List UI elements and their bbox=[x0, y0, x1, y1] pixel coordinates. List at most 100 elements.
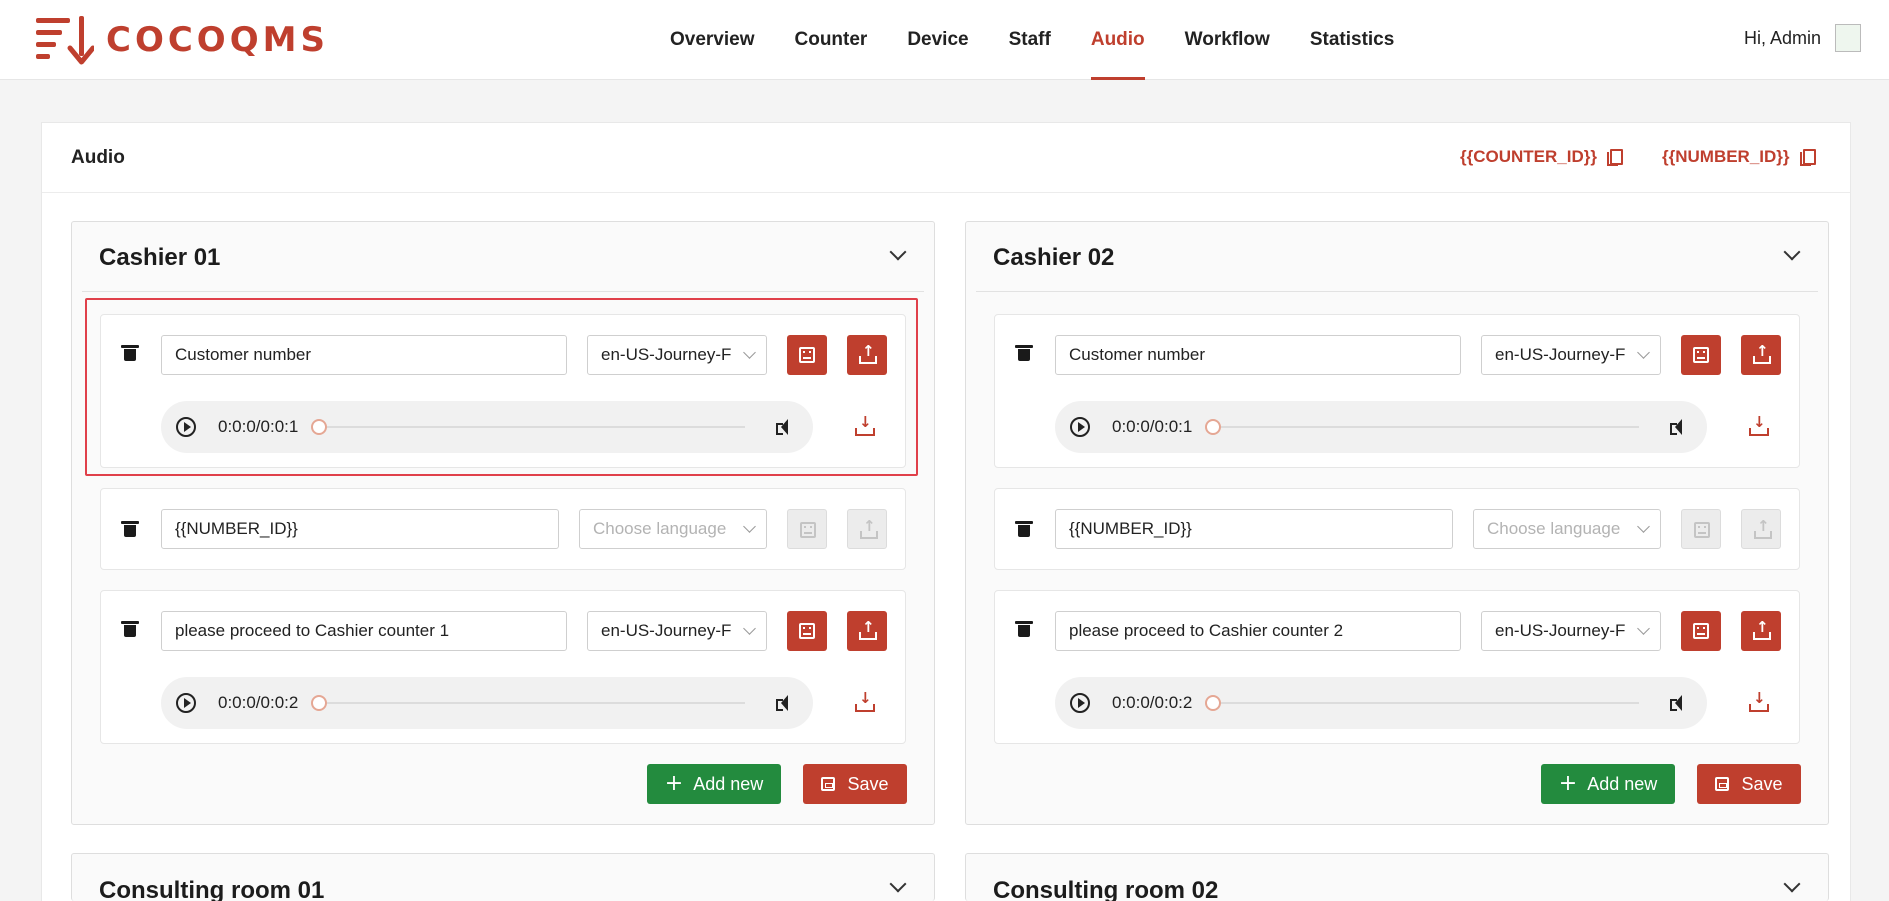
nav-workflow[interactable]: Workflow bbox=[1165, 0, 1290, 80]
volume-icon[interactable] bbox=[776, 694, 794, 712]
language-select-placeholder: Choose language bbox=[593, 519, 727, 538]
add-new-button[interactable]: + Add new bbox=[1541, 764, 1675, 804]
audio-text-input[interactable] bbox=[161, 335, 567, 375]
logo-text: COCOQMS bbox=[106, 20, 329, 60]
nav-device[interactable]: Device bbox=[887, 0, 988, 80]
audio-progress-thumb[interactable] bbox=[311, 419, 327, 435]
nav-counter[interactable]: Counter bbox=[775, 0, 888, 80]
language-select[interactable]: en-US-Journey-F bbox=[1481, 335, 1661, 375]
user-menu[interactable]: Hi, Admin bbox=[1744, 24, 1861, 52]
chevron-down-icon bbox=[1637, 622, 1650, 635]
text-to-speech-button[interactable] bbox=[1681, 611, 1721, 651]
save-label: Save bbox=[1741, 773, 1783, 794]
language-select[interactable]: en-US-Journey-F bbox=[587, 335, 767, 375]
download-icon[interactable] bbox=[855, 413, 875, 436]
trash-icon[interactable] bbox=[1015, 345, 1033, 361]
play-icon[interactable] bbox=[176, 417, 196, 437]
chevron-down-icon[interactable] bbox=[1783, 243, 1801, 261]
plus-icon: + bbox=[664, 771, 684, 796]
trash-icon[interactable] bbox=[121, 521, 139, 537]
card-title: Consulting room 02 bbox=[993, 877, 1219, 901]
audio-time: 0:0:0/0:0:2 bbox=[1112, 693, 1193, 712]
upload-audio-button[interactable] bbox=[1741, 509, 1781, 549]
text-to-speech-button[interactable] bbox=[787, 611, 827, 651]
audio-progress-thumb[interactable] bbox=[311, 695, 327, 711]
upload-audio-button[interactable] bbox=[1741, 335, 1781, 375]
download-icon[interactable] bbox=[1749, 413, 1769, 436]
chevron-down-icon[interactable] bbox=[889, 243, 907, 261]
language-select[interactable]: Choose language bbox=[579, 509, 767, 549]
chevron-down-icon bbox=[743, 622, 756, 635]
number-id-variable[interactable]: {{NUMBER_ID}} bbox=[1662, 147, 1816, 167]
nav-staff[interactable]: Staff bbox=[989, 0, 1071, 80]
audio-item: en-US-Journey-F 0:0:0/0:0:1 bbox=[994, 314, 1800, 468]
upload-audio-button[interactable] bbox=[847, 335, 887, 375]
trash-icon[interactable] bbox=[1015, 521, 1033, 537]
voice-face-icon bbox=[799, 623, 815, 639]
chevron-down-icon[interactable] bbox=[1783, 875, 1801, 893]
upload-audio-button[interactable] bbox=[1741, 611, 1781, 651]
nav-overview[interactable]: Overview bbox=[650, 0, 775, 80]
volume-icon[interactable] bbox=[1670, 418, 1688, 436]
top-navigation-bar: COCOQMS Overview Counter Device Staff Au… bbox=[0, 0, 1889, 80]
voice-face-icon bbox=[800, 522, 816, 538]
audio-progress-track[interactable] bbox=[313, 426, 745, 428]
card-header[interactable]: Cashier 02 bbox=[976, 222, 1818, 292]
audio-progress-track[interactable] bbox=[1207, 702, 1639, 704]
add-new-button[interactable]: + Add new bbox=[647, 764, 781, 804]
language-select-value: en-US-Journey-F bbox=[601, 621, 732, 640]
copy-icon[interactable] bbox=[1606, 149, 1623, 166]
play-icon[interactable] bbox=[1070, 417, 1090, 437]
audio-card-consulting-room-01: Consulting room 01 bbox=[71, 853, 935, 901]
voice-face-icon bbox=[799, 347, 815, 363]
download-icon[interactable] bbox=[1749, 689, 1769, 712]
save-icon bbox=[821, 777, 836, 791]
text-to-speech-button[interactable] bbox=[787, 335, 827, 375]
upload-audio-button[interactable] bbox=[847, 509, 887, 549]
trash-icon[interactable] bbox=[1015, 621, 1033, 637]
upload-icon bbox=[859, 618, 877, 640]
text-to-speech-button[interactable] bbox=[1681, 509, 1721, 549]
audio-progress-track[interactable] bbox=[1207, 426, 1639, 428]
audio-card-consulting-room-02: Consulting room 02 bbox=[965, 853, 1829, 901]
copy-icon[interactable] bbox=[1799, 149, 1816, 166]
audio-text-input[interactable] bbox=[1055, 509, 1453, 549]
language-select[interactable]: en-US-Journey-F bbox=[587, 611, 767, 651]
card-header[interactable]: Cashier 01 bbox=[82, 222, 924, 292]
download-icon[interactable] bbox=[855, 689, 875, 712]
card-header[interactable]: Consulting room 01 bbox=[82, 854, 924, 901]
voice-face-icon bbox=[1694, 522, 1710, 538]
audio-time: 0:0:0/0:0:1 bbox=[1112, 417, 1193, 436]
avatar[interactable] bbox=[1835, 24, 1861, 52]
language-select[interactable]: en-US-Journey-F bbox=[1481, 611, 1661, 651]
audio-text-input[interactable] bbox=[1055, 611, 1461, 651]
audio-item: Choose language bbox=[994, 488, 1800, 570]
trash-icon[interactable] bbox=[121, 621, 139, 637]
text-to-speech-button[interactable] bbox=[1681, 335, 1721, 375]
audio-player: 0:0:0/0:0:1 bbox=[1055, 401, 1707, 453]
audio-text-input[interactable] bbox=[1055, 335, 1461, 375]
audio-progress-track[interactable] bbox=[313, 702, 745, 704]
audio-progress-thumb[interactable] bbox=[1205, 419, 1221, 435]
logo[interactable]: COCOQMS bbox=[36, 14, 329, 66]
trash-icon[interactable] bbox=[121, 345, 139, 361]
audio-progress-thumb[interactable] bbox=[1205, 695, 1221, 711]
volume-icon[interactable] bbox=[776, 418, 794, 436]
upload-audio-button[interactable] bbox=[847, 611, 887, 651]
card-header[interactable]: Consulting room 02 bbox=[976, 854, 1818, 901]
plus-icon: + bbox=[1558, 771, 1578, 796]
queue-logo-icon bbox=[36, 16, 94, 65]
volume-icon[interactable] bbox=[1670, 694, 1688, 712]
audio-text-input[interactable] bbox=[161, 611, 567, 651]
save-button[interactable]: Save bbox=[1697, 764, 1801, 804]
chevron-down-icon[interactable] bbox=[889, 875, 907, 893]
nav-audio[interactable]: Audio bbox=[1071, 0, 1165, 80]
play-icon[interactable] bbox=[1070, 693, 1090, 713]
audio-text-input[interactable] bbox=[161, 509, 559, 549]
language-select[interactable]: Choose language bbox=[1473, 509, 1661, 549]
nav-statistics[interactable]: Statistics bbox=[1290, 0, 1414, 80]
play-icon[interactable] bbox=[176, 693, 196, 713]
counter-id-variable[interactable]: {{COUNTER_ID}} bbox=[1460, 147, 1623, 167]
text-to-speech-button[interactable] bbox=[787, 509, 827, 549]
save-button[interactable]: Save bbox=[803, 764, 907, 804]
